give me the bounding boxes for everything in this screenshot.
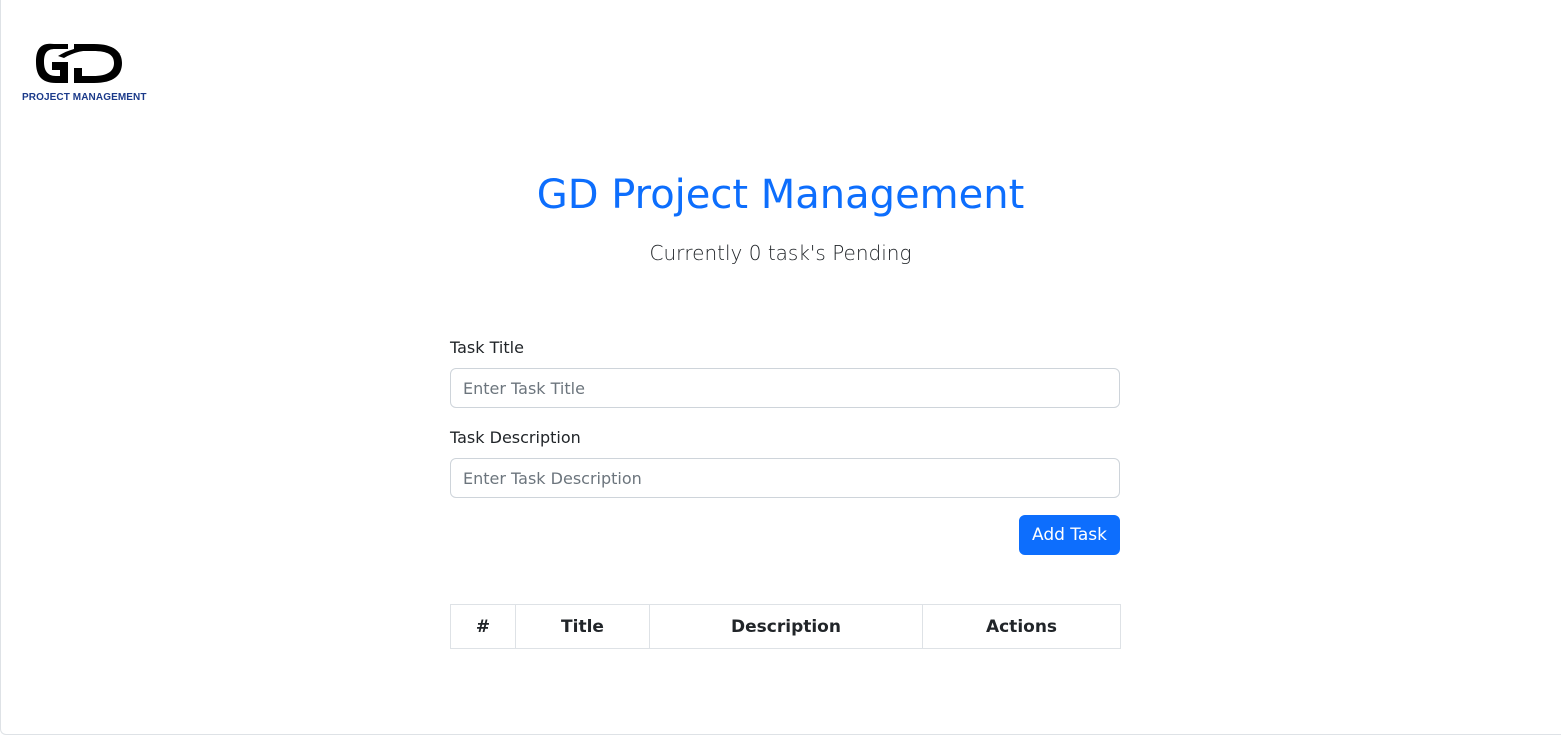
task-description-group: Task Description [450, 426, 1120, 498]
tasks-table-container: # Title Description Actions [450, 604, 1121, 649]
task-title-group: Task Title [450, 336, 1120, 408]
column-header-title: Title [515, 604, 650, 649]
add-task-button[interactable]: Add Task [1018, 515, 1120, 555]
page-title: GD Project Management [536, 172, 1025, 218]
brand-logo: PROJECT MANAGEMENT [22, 38, 148, 108]
task-form: Task Title Task Description Add Task [450, 336, 1120, 555]
gd-logo-icon [36, 43, 122, 83]
logo-caption: PROJECT MANAGEMENT [22, 92, 147, 103]
table-header-row: # Title Description Actions [450, 604, 1121, 649]
column-header-actions: Actions [922, 604, 1121, 649]
form-actions: Add Task [450, 515, 1120, 555]
tasks-table: # Title Description Actions [450, 604, 1121, 649]
task-description-input[interactable] [450, 458, 1120, 498]
column-header-description: Description [649, 604, 923, 649]
pending-count-text: Currently 0 task's Pending [649, 241, 912, 265]
column-header-index: # [450, 604, 516, 649]
task-title-label: Task Title [450, 338, 524, 357]
task-title-input[interactable] [450, 368, 1120, 408]
task-description-label: Task Description [450, 428, 581, 447]
